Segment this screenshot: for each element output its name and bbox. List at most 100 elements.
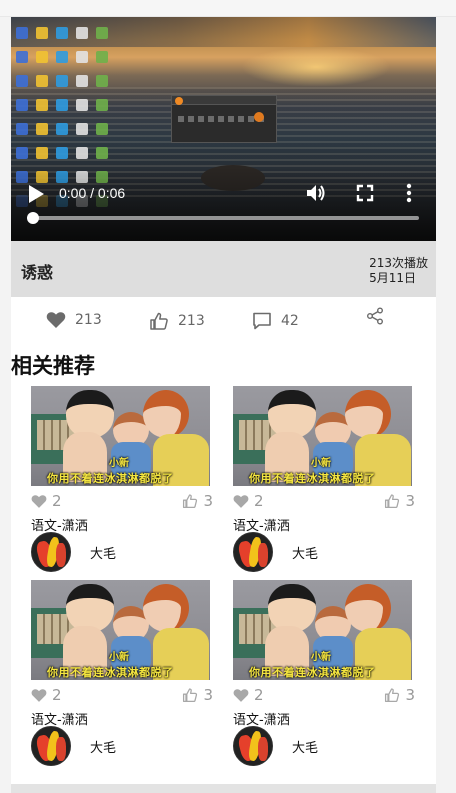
card-like-count: 2 xyxy=(52,492,62,510)
thumbnail-caption-bottom: 你用不着连冰淇淋都脱了 xyxy=(249,666,376,679)
thumbnail-caption-top: 小新 xyxy=(109,458,129,469)
desktop-shortcut-icon xyxy=(56,99,68,111)
desktop-shortcut-icon xyxy=(36,99,48,111)
controls-shade xyxy=(11,167,436,241)
top-bar xyxy=(0,0,456,17)
card-thumbs-up-count: 3 xyxy=(405,492,415,510)
video-info-bar: 诱惑 213次播放 5月11日 xyxy=(11,241,436,297)
content-panel: 0:00 / 0:06 诱惑 213次播放 5月11日 213 213 42 相… xyxy=(11,17,436,793)
comment-button[interactable]: 42 xyxy=(252,311,299,331)
share-button[interactable] xyxy=(366,307,384,325)
page: 0:00 / 0:06 诱惑 213次播放 5月11日 213 213 42 相… xyxy=(0,0,456,793)
avatar[interactable] xyxy=(233,726,273,766)
related-card[interactable]: 小新 你用不着连冰淇淋都脱了 2 3 语文-潇洒 大毛 xyxy=(31,386,213,576)
thumbs-up-button[interactable]: 213 xyxy=(149,311,205,331)
card-thumbs-up-count: 3 xyxy=(203,492,213,510)
related-card[interactable]: 小新 你用不着连冰淇淋都脱了 2 3 语文-潇洒 大毛 xyxy=(233,386,415,576)
author-name[interactable]: 大毛 xyxy=(90,737,116,756)
video-title: 诱惑 xyxy=(21,263,54,282)
share-icon xyxy=(367,307,383,325)
action-row: 213 213 42 xyxy=(11,297,436,345)
card-stats: 23 xyxy=(233,686,415,706)
card-thumbs-up-button[interactable]: 3 xyxy=(182,686,213,704)
video-meta: 213次播放 5月11日 xyxy=(369,256,428,286)
author-name[interactable]: 大毛 xyxy=(90,543,116,562)
heart-icon xyxy=(31,688,47,702)
card-stats: 23 xyxy=(31,686,213,706)
card-like-button[interactable]: 2 xyxy=(31,686,62,704)
desktop-shortcut-icon xyxy=(36,51,48,63)
video-thumbnail[interactable]: 小新 你用不着连冰淇淋都脱了 xyxy=(31,580,210,680)
desktop-shortcut-icon xyxy=(76,27,88,39)
thumbs-up-icon xyxy=(183,688,198,703)
desktop-shortcut-icon xyxy=(36,75,48,87)
desktop-shortcut-icon xyxy=(56,27,68,39)
card-like-button[interactable]: 2 xyxy=(233,686,264,704)
card-thumbs-up-button[interactable]: 3 xyxy=(384,492,415,510)
thumbnail-caption-top: 小新 xyxy=(311,652,331,663)
related-card[interactable]: 小新 你用不着连冰淇淋都脱了 2 3 语文-潇洒 大毛 xyxy=(233,580,415,770)
bottom-divider xyxy=(11,784,436,793)
avatar[interactable] xyxy=(31,532,71,572)
card-thumbs-up-button[interactable]: 3 xyxy=(182,492,213,510)
progress-handle[interactable] xyxy=(27,212,39,224)
publish-date: 5月11日 xyxy=(369,271,416,285)
desktop-shortcut-icon xyxy=(96,99,108,111)
fullscreen-icon xyxy=(356,184,374,202)
author-name[interactable]: 大毛 xyxy=(292,737,318,756)
video-player[interactable]: 0:00 / 0:06 xyxy=(11,17,436,241)
card-stats: 23 xyxy=(31,492,213,512)
desktop-shortcut-icon xyxy=(16,147,28,159)
avatar[interactable] xyxy=(31,726,71,766)
more-options-button[interactable] xyxy=(403,181,415,205)
related-card[interactable]: 小新 你用不着连冰淇淋都脱了 2 3 语文-潇洒 大毛 xyxy=(31,580,213,770)
card-like-button[interactable]: 2 xyxy=(233,492,264,510)
thumbs-up-count: 213 xyxy=(178,313,205,329)
time-display: 0:00 / 0:06 xyxy=(59,185,126,201)
thumbs-up-icon xyxy=(183,494,198,509)
like-count: 213 xyxy=(75,312,102,328)
desktop-shortcut-icon xyxy=(16,123,28,135)
thumbnail-caption-bottom: 你用不着连冰淇淋都脱了 xyxy=(47,472,174,485)
progress-bar[interactable] xyxy=(33,216,419,220)
thumbs-up-icon xyxy=(385,688,400,703)
thumbnail-caption-bottom: 你用不着连冰淇淋都脱了 xyxy=(249,472,376,485)
fullscreen-button[interactable] xyxy=(355,183,375,203)
thumbnail-caption-top: 小新 xyxy=(311,458,331,469)
card-thumbs-up-count: 3 xyxy=(203,686,213,704)
heart-icon xyxy=(233,688,249,702)
related-heading: 相关推荐 xyxy=(11,354,95,378)
desktop-shortcut-icon xyxy=(36,27,48,39)
card-stats: 23 xyxy=(233,492,415,512)
card-title[interactable]: 语文-潇洒 xyxy=(31,515,88,534)
video-frame-sun xyxy=(241,47,391,87)
desktop-shortcut-icon xyxy=(76,123,88,135)
author-name[interactable]: 大毛 xyxy=(292,543,318,562)
desktop-shortcut-icon xyxy=(36,147,48,159)
volume-icon xyxy=(307,185,325,201)
card-title[interactable]: 语文-潇洒 xyxy=(233,515,290,534)
avatar[interactable] xyxy=(233,532,273,572)
desktop-shortcut-icon xyxy=(56,51,68,63)
card-thumbs-up-button[interactable]: 3 xyxy=(384,686,415,704)
card-like-count: 2 xyxy=(254,686,264,704)
desktop-shortcut-icon xyxy=(96,75,108,87)
video-thumbnail[interactable]: 小新你用不着连冰淇淋都脱了 xyxy=(233,386,412,486)
play-count: 213次播放 xyxy=(369,256,428,270)
desktop-shortcut-icon xyxy=(16,75,28,87)
play-button[interactable] xyxy=(25,183,47,205)
card-like-button[interactable]: 2 xyxy=(31,492,62,510)
more-vertical-icon xyxy=(406,183,412,203)
desktop-shortcut-icon xyxy=(16,99,28,111)
desktop-shortcut-icon xyxy=(76,51,88,63)
video-thumbnail[interactable]: 小新你用不着连冰淇淋都脱了 xyxy=(233,580,412,680)
volume-button[interactable] xyxy=(304,181,328,205)
card-title[interactable]: 语文-潇洒 xyxy=(233,709,290,728)
video-frame-recorder-window xyxy=(171,95,277,143)
like-button[interactable]: 213 xyxy=(46,311,102,329)
card-title[interactable]: 语文-潇洒 xyxy=(31,709,88,728)
video-thumbnail[interactable]: 小新你用不着连冰淇淋都脱了 xyxy=(31,386,210,486)
desktop-shortcut-icon xyxy=(56,147,68,159)
heart-icon xyxy=(46,312,66,328)
comment-icon xyxy=(253,312,271,330)
